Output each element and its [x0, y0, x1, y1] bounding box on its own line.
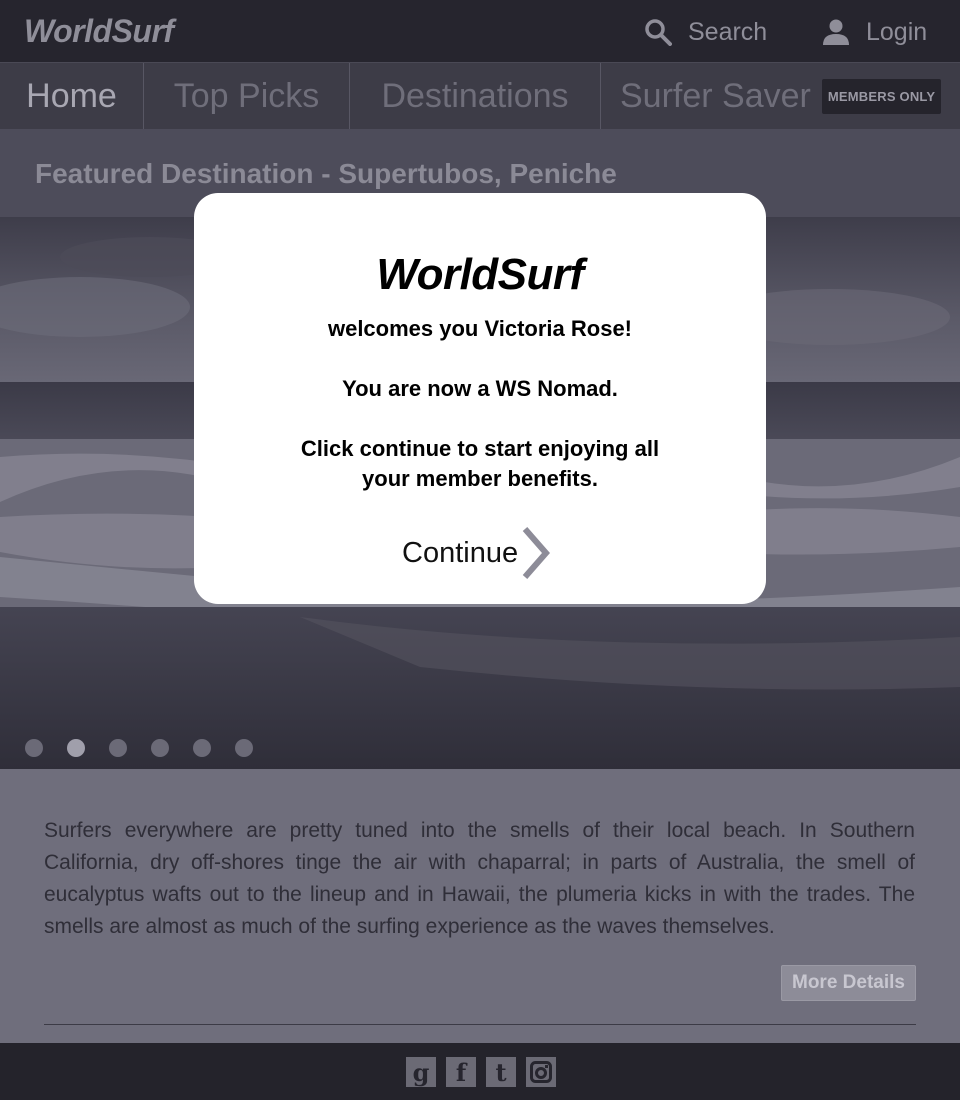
description-section: Surfers everywhere are pretty tuned into… — [0, 769, 960, 1043]
carousel-dot[interactable] — [235, 739, 253, 757]
nav-destinations[interactable]: Destinations — [350, 63, 601, 129]
welcome-message: welcomes you Victoria Rose! — [327, 316, 633, 341]
search-icon — [645, 19, 672, 46]
instruction-message: Click continue to start enjoying all you… — [194, 434, 766, 494]
instruction-line-1: Click continue to start enjoying all — [300, 436, 660, 461]
members-only-badge: MEMBERS ONLY — [821, 78, 942, 114]
more-details-button[interactable]: More Details — [781, 965, 916, 1001]
chevron-right-icon — [522, 527, 551, 579]
carousel-dot-active[interactable] — [67, 739, 85, 757]
carousel-dots — [25, 739, 277, 757]
carousel-dot[interactable] — [109, 739, 127, 757]
nav-top-picks[interactable]: Top Picks — [144, 63, 350, 129]
nav-surfer-saver[interactable]: Surfer Saver MEMBERS ONLY — [601, 63, 960, 129]
google-plus-icon[interactable]: g — [406, 1057, 436, 1087]
search-label: Search — [688, 17, 768, 46]
user-icon — [823, 19, 849, 45]
membership-message: You are now a WS Nomad. — [342, 376, 618, 401]
modal-brand: WorldSurf — [376, 250, 584, 299]
login-button[interactable]: Login — [822, 14, 927, 50]
divider — [44, 1024, 916, 1025]
carousel-dot[interactable] — [151, 739, 169, 757]
main-nav: Home Top Picks Destinations Surfer Saver… — [0, 63, 960, 129]
instruction-line-2: your member benefits. — [362, 466, 598, 491]
continue-label: Continue — [402, 536, 519, 569]
footer: g f t — [0, 1043, 960, 1100]
carousel-dot[interactable] — [193, 739, 211, 757]
description-text: Surfers everywhere are pretty tuned into… — [44, 819, 915, 938]
login-label: Login — [866, 17, 928, 46]
logo[interactable]: WorldSurf — [24, 13, 174, 50]
carousel-dot[interactable] — [25, 739, 43, 757]
twitter-icon[interactable]: t — [486, 1057, 516, 1087]
continue-button[interactable]: Continue — [402, 523, 551, 583]
top-bar: WorldSurf Search Login — [0, 0, 960, 63]
social-links: g f t — [406, 1057, 566, 1087]
nav-surfer-saver-label: Surfer Saver — [620, 76, 811, 115]
facebook-icon[interactable]: f — [446, 1057, 476, 1087]
nav-home[interactable]: Home — [0, 63, 144, 129]
welcome-modal: WorldSurf welcomes you Victoria Rose! Yo… — [194, 193, 766, 604]
search-button[interactable]: Search — [644, 14, 767, 50]
instagram-icon[interactable] — [526, 1057, 556, 1087]
hero-title: Featured Destination - Supertubos, Penic… — [35, 158, 617, 189]
